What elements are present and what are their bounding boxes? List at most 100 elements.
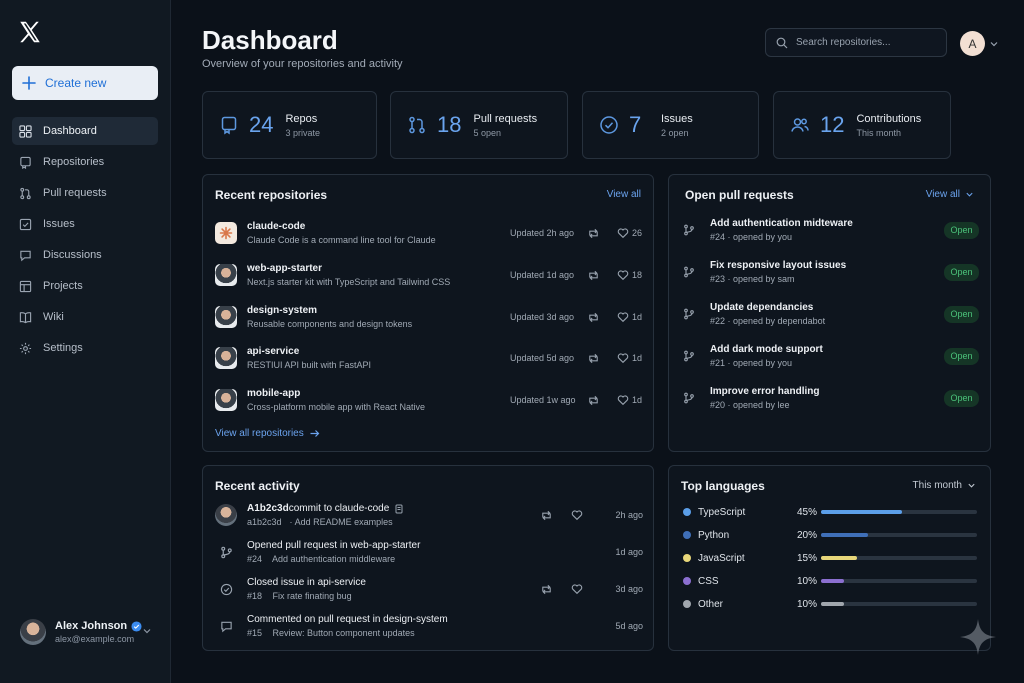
stat-card-pull-requests[interactable]: 18 Pull requests 5 open (390, 91, 568, 159)
create-new-button[interactable]: Create new (12, 66, 158, 100)
sidebar-item-wiki[interactable]: Wiki (12, 303, 158, 331)
repo-text: claude-code Claude Code is a command lin… (247, 221, 497, 245)
language-name: Python (698, 529, 730, 541)
page-title: Dashboard (202, 25, 338, 55)
arrow-right-icon (310, 430, 320, 437)
heart-icon[interactable] (617, 269, 629, 281)
sidebar-item-repositories[interactable]: Repositories (12, 148, 158, 176)
stat-label: Repos (285, 112, 318, 125)
repo-count: 1d (632, 353, 643, 363)
list-item[interactable]: web-app-starter Next.js starter kit with… (215, 255, 643, 295)
repo-name: api-service (247, 346, 300, 357)
gear-icon (19, 342, 32, 354)
list-item[interactable]: claude-code Claude Code is a command lin… (215, 213, 643, 253)
activity-avatar-wrap (215, 504, 237, 526)
heart-icon[interactable] (571, 509, 583, 521)
search-input[interactable] (796, 37, 936, 48)
account-avatar-button[interactable]: A (960, 31, 985, 56)
view-all-link[interactable]: View all (607, 189, 641, 200)
activity-time: 5d ago (615, 621, 643, 631)
repo-count: 1d (632, 395, 643, 405)
list-item[interactable]: Update dependancies #22 · opened by depe… (683, 294, 979, 334)
book-icon (19, 311, 32, 323)
activity-ref: #24 (247, 554, 263, 564)
period-dropdown[interactable]: This month (913, 480, 976, 491)
open-pull-requests-panel: Open pull requests View all Add authenti… (668, 174, 991, 452)
repost-icon[interactable] (587, 269, 600, 282)
list-item[interactable]: mobile-app Cross-platform mobile app wit… (215, 380, 643, 420)
claude-logo-icon (215, 222, 237, 244)
repo-count: 1d (632, 312, 643, 322)
list-item[interactable]: Add authentication midteware #24 · opene… (683, 210, 979, 250)
repost-icon[interactable] (540, 583, 553, 596)
pull-request-icon (684, 266, 694, 278)
repost-icon[interactable] (587, 352, 600, 365)
repo-owner-avatar (215, 306, 237, 328)
list-item[interactable]: Closed issue in api-service #18 Fix rate… (215, 571, 643, 607)
sparkle-icon (960, 619, 996, 655)
sidebar-item-issues[interactable]: Issues (12, 210, 158, 238)
stat-value: 7 (629, 112, 642, 137)
language-percent: 10% (797, 575, 818, 587)
stat-card-repos[interactable]: 24 Repos 3 private (202, 91, 377, 159)
pr-title: Fix responsive layout issues (710, 260, 847, 271)
heart-icon[interactable] (617, 394, 629, 406)
stat-sub: 5 open (473, 127, 502, 138)
activity-time: 1d ago (615, 547, 643, 557)
activity-detail: Review: Button component updates (272, 628, 415, 638)
language-row: TypeScript 45% (683, 503, 977, 521)
language-row: CSS 10% (683, 572, 977, 590)
repo-name: web-app-starter (247, 263, 323, 274)
list-item[interactable]: A1b2c3d commit to claude-code a1b2c3d · A… (215, 497, 643, 533)
activity-title: Opened pull request in web-app-starter (247, 540, 420, 551)
user-menu[interactable]: Alex Johnson alex@example.com (20, 617, 158, 647)
list-item[interactable]: Add dark mode support #21 · opened by yo… (683, 336, 979, 376)
repost-icon[interactable] (540, 509, 553, 522)
view-all-link[interactable]: View all (926, 189, 974, 200)
activity-detail: Fix rate finating bug (272, 591, 352, 601)
x-logo-icon[interactable] (17, 19, 43, 45)
project-icon (19, 280, 32, 292)
stat-card-contributions[interactable]: 12 Contributions This month (773, 91, 951, 159)
list-item[interactable]: api-service RESTIUI API built with FastA… (215, 338, 643, 378)
stat-card-issues[interactable]: 7 Issues 2 open (582, 91, 759, 159)
search-box[interactable] (765, 28, 947, 57)
sidebar-item-label: Issues (43, 218, 75, 230)
heart-icon[interactable] (617, 227, 629, 239)
view-all-repositories-link[interactable]: View all repositories (215, 428, 320, 439)
sidebar-item-pull-requests[interactable]: Pull requests (12, 179, 158, 207)
check-circle-icon (220, 583, 232, 595)
repo-description: Reusable components and design tokens (247, 319, 413, 329)
list-item[interactable]: design-system Reusable components and de… (215, 297, 643, 337)
heart-icon[interactable] (571, 583, 583, 595)
language-name: JavaScript (698, 552, 745, 564)
pull-request-icon (20, 187, 31, 199)
list-item[interactable]: Improve error handling #20 · opened by l… (683, 378, 979, 418)
sidebar-item-projects[interactable]: Projects (12, 272, 158, 300)
sidebar-item-label: Settings (43, 342, 83, 354)
language-name: Other (698, 598, 724, 610)
stat-value: 12 (820, 112, 845, 137)
sidebar-item-dashboard[interactable]: Dashboard (12, 117, 158, 145)
repost-icon[interactable] (587, 394, 600, 407)
list-item[interactable]: Fix responsive layout issues #23 · opene… (683, 252, 979, 292)
heart-icon[interactable] (617, 352, 629, 364)
chevron-down-icon[interactable] (989, 39, 999, 49)
list-item[interactable]: Opened pull request in web-app-starter #… (215, 534, 643, 570)
people-icon (791, 118, 809, 132)
stat-sub: This month (856, 127, 902, 138)
activity-ref: a1b2c3d (247, 517, 282, 527)
list-item[interactable]: Commented on pull request in design-syst… (215, 608, 643, 644)
repo-updated: Updated 2h ago (510, 228, 575, 238)
repost-icon[interactable] (587, 227, 600, 240)
repost-icon[interactable] (587, 311, 600, 324)
sidebar-item-settings[interactable]: Settings (12, 334, 158, 362)
sidebar-item-discussions[interactable]: Discussions (12, 241, 158, 269)
sunburst-icon (219, 226, 233, 240)
create-new-label: Create new (45, 76, 107, 90)
pr-text: Update dependancies #22 · opened by depe… (710, 302, 825, 326)
language-bar-fill (821, 579, 845, 583)
recent-activity-panel: Recent activity A1b2c3d commit to claude… (202, 465, 654, 651)
heart-icon[interactable] (617, 311, 629, 323)
activity-title-text: Commented on pull request in design-syst… (247, 614, 448, 625)
